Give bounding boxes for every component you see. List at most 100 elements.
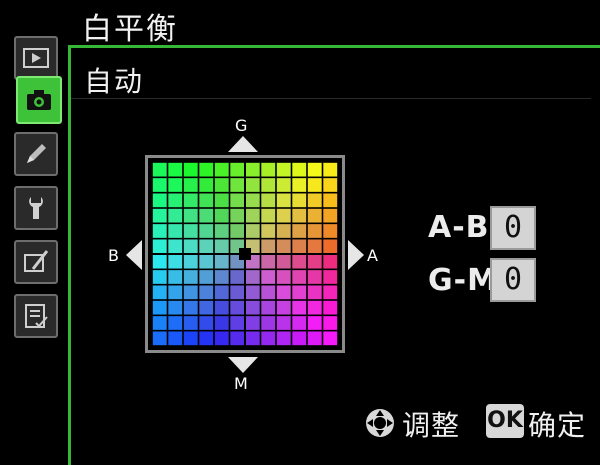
- grid-cell: [168, 331, 183, 346]
- grid-cell: [230, 285, 245, 300]
- grid-cell: [323, 193, 338, 208]
- grid-cell: [152, 331, 167, 346]
- grid-cell: [245, 316, 260, 330]
- grid-cell: [323, 316, 338, 330]
- grid-cell: [261, 193, 276, 208]
- grid-cell: [199, 285, 214, 300]
- grid-cell: [307, 300, 322, 315]
- grid-cell: [199, 331, 214, 346]
- adjust-hint: 调整: [402, 409, 461, 442]
- grid-cell: [214, 162, 229, 177]
- grid-cell: [292, 300, 307, 315]
- readout-gm-label: G-M: [428, 263, 498, 298]
- grid-cell: [152, 224, 167, 238]
- grid-cell: [307, 178, 322, 192]
- grid-cell: [307, 254, 322, 269]
- grid-cell: [307, 316, 322, 330]
- grid-cell: [214, 300, 229, 315]
- grid-cell: [276, 331, 291, 346]
- grid-cell: [152, 208, 167, 223]
- grid-cell: [214, 178, 229, 192]
- confirm-hint: 确定: [528, 409, 587, 442]
- arrow-left-icon[interactable]: [126, 240, 142, 270]
- grid-cell: [292, 193, 307, 208]
- tab-retouch[interactable]: [14, 240, 58, 284]
- grid-cell: [323, 254, 338, 269]
- color-grid: [152, 162, 338, 346]
- grid-cell: [307, 239, 322, 254]
- grid-cell: [199, 162, 214, 177]
- grid-cell: [183, 178, 198, 192]
- tab-playback[interactable]: [14, 36, 58, 80]
- grid-cell: [261, 178, 276, 192]
- grid-cell: [230, 178, 245, 192]
- arrow-right-icon[interactable]: [348, 240, 364, 270]
- retouch-brush-icon: [24, 250, 49, 272]
- grid-cell: [214, 331, 229, 346]
- playback-icon: [23, 48, 49, 68]
- grid-cell: [152, 300, 167, 315]
- grid-cell: [261, 162, 276, 177]
- grid-cell: [292, 285, 307, 300]
- grid-cell: [245, 300, 260, 315]
- pencil-icon: [27, 144, 46, 163]
- axis-label-a: A: [367, 246, 378, 265]
- grid-cell: [276, 316, 291, 330]
- grid-cell: [276, 178, 291, 192]
- camera-icon: [27, 90, 51, 110]
- tab-my-menu[interactable]: [14, 294, 58, 338]
- readout-ab-label: A-B: [428, 210, 490, 245]
- grid-cell: [245, 162, 260, 177]
- grid-cell: [261, 239, 276, 254]
- grid-cell: [199, 316, 214, 330]
- grid-cell: [168, 239, 183, 254]
- grid-cell: [199, 224, 214, 238]
- grid-cell: [230, 224, 245, 238]
- grid-cell: [276, 285, 291, 300]
- grid-cell: [245, 208, 260, 223]
- grid-cell: [245, 178, 260, 192]
- grid-cell: [183, 239, 198, 254]
- grid-cell: [214, 254, 229, 269]
- grid-cell: [261, 316, 276, 330]
- ok-button[interactable]: OK: [486, 404, 524, 438]
- arrow-up-icon[interactable]: [228, 136, 258, 152]
- tab-shooting[interactable]: [16, 76, 62, 124]
- grid-cell: [276, 254, 291, 269]
- tab-custom-settings[interactable]: [14, 132, 58, 176]
- grid-cursor[interactable]: [239, 248, 251, 260]
- grid-cell: [261, 300, 276, 315]
- grid-cell: [152, 162, 167, 177]
- arrow-down-icon[interactable]: [228, 357, 258, 373]
- grid-cell: [183, 193, 198, 208]
- grid-cell: [199, 270, 214, 284]
- grid-cell: [214, 316, 229, 330]
- grid-cell: [292, 254, 307, 269]
- grid-cell: [307, 224, 322, 238]
- grid-cell: [214, 285, 229, 300]
- grid-cell: [214, 239, 229, 254]
- grid-cell: [183, 224, 198, 238]
- grid-cell: [261, 224, 276, 238]
- grid-cell: [214, 208, 229, 223]
- grid-cell: [152, 193, 167, 208]
- grid-cell: [230, 208, 245, 223]
- grid-cell: [168, 316, 183, 330]
- grid-cell: [292, 270, 307, 284]
- grid-cell: [230, 316, 245, 330]
- grid-cell: [168, 208, 183, 223]
- axis-label-m: M: [234, 374, 248, 393]
- tab-setup[interactable]: [14, 186, 58, 230]
- grid-cell: [183, 270, 198, 284]
- grid-cell: [292, 162, 307, 177]
- panel-title: 自动: [84, 65, 145, 98]
- grid-cell: [199, 193, 214, 208]
- axis-label-g: G: [235, 116, 248, 135]
- grid-cell: [323, 285, 338, 300]
- grid-cell: [183, 162, 198, 177]
- white-balance-grid[interactable]: [145, 155, 345, 353]
- grid-cell: [230, 162, 245, 177]
- grid-cell: [307, 285, 322, 300]
- grid-cell: [152, 285, 167, 300]
- grid-cell: [292, 331, 307, 346]
